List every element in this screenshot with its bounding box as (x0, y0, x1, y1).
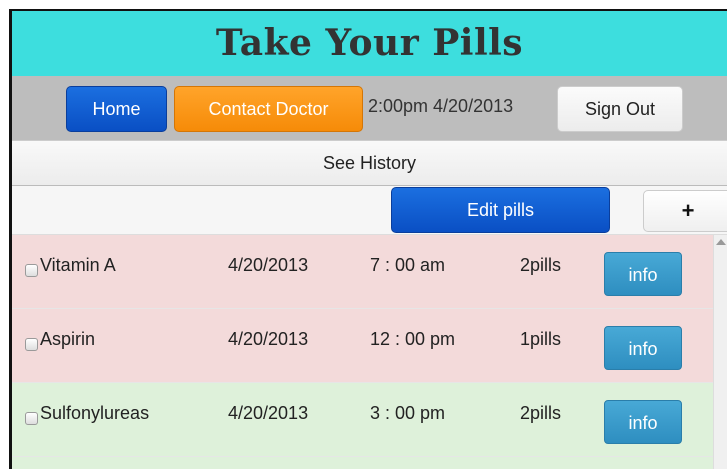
pill-checkbox[interactable] (25, 412, 38, 425)
current-datetime: 2:00pm 4/20/2013 (368, 96, 514, 116)
info-button[interactable]: info (604, 252, 682, 296)
pill-time: 3 : 00 pm (370, 403, 446, 423)
pill-time: 12 : 00 pm (370, 329, 456, 349)
home-button[interactable]: Home (66, 86, 167, 132)
pill-quantity: 2pills (520, 255, 562, 275)
add-pill-button[interactable]: + (643, 190, 727, 232)
pill-list: Vitamin A 4/20/2013 7 : 00 am 2pills inf… (12, 235, 727, 469)
pill-time: 7 : 00 am (370, 255, 446, 275)
nav-bar: Home Contact Doctor 2:00pm 4/20/2013 Sig… (12, 76, 727, 140)
list-scrollbar[interactable] (713, 235, 727, 469)
contact-doctor-button[interactable]: Contact Doctor (174, 86, 363, 132)
info-button[interactable]: info (604, 400, 682, 444)
see-history-button[interactable]: See History (12, 140, 727, 186)
pill-name: Sulfonylureas (40, 403, 150, 423)
pill-checkbox[interactable] (25, 264, 38, 277)
pill-date: 4/20/2013 (228, 403, 309, 423)
pill-quantity: 1pills (520, 329, 562, 349)
pill-row: Sulfonylureas 4/20/2013 3 : 00 pm 2pills… (12, 383, 727, 457)
pill-date: 4/20/2013 (228, 255, 309, 275)
pill-toolbar: Edit pills + (12, 186, 727, 235)
pill-checkbox[interactable] (25, 338, 38, 351)
sign-out-button[interactable]: Sign Out (557, 86, 683, 132)
scroll-up-arrow-icon[interactable] (716, 239, 726, 245)
pill-date: 4/20/2013 (228, 329, 309, 349)
pill-quantity: 2pills (520, 403, 562, 423)
pill-name: Aspirin (40, 329, 96, 349)
app-header: Take Your Pills (12, 11, 727, 76)
info-button[interactable]: info (604, 326, 682, 370)
pill-row: Vitamin A 4/20/2013 7 : 00 am 2pills inf… (12, 235, 727, 309)
pill-row-partial (12, 457, 727, 469)
app-frame: Take Your Pills Home Contact Doctor 2:00… (9, 9, 727, 469)
edit-pills-button[interactable]: Edit pills (391, 187, 610, 233)
pill-name: Vitamin A (40, 255, 116, 275)
app-title: Take Your Pills (215, 22, 524, 64)
pill-row: Aspirin 4/20/2013 12 : 00 pm 1pills info (12, 309, 727, 383)
